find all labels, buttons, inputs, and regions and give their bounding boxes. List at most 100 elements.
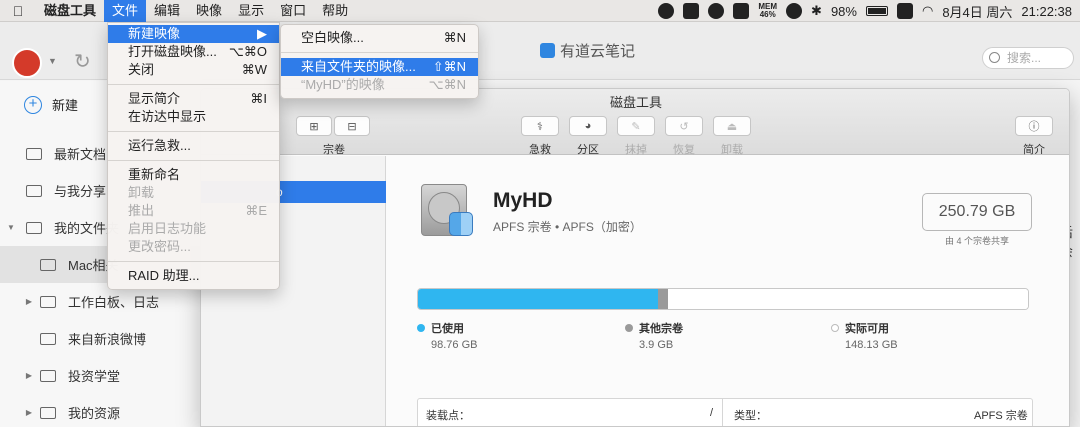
erase-label: 抹掉 (625, 144, 647, 156)
capacity-value: 250.79 GB (922, 193, 1032, 231)
menu-file[interactable]: 文件 (104, 0, 147, 22)
partition-button[interactable]: ◕ (569, 116, 607, 136)
shortcut-label: ⌘N (443, 30, 466, 45)
time-label[interactable]: 21:22:38 (1021, 4, 1072, 19)
mount-point-value: / (710, 407, 714, 419)
volume-label: 宗卷 (323, 144, 345, 156)
submenu-arrow-icon: ▶ (257, 26, 267, 41)
capacity-note: 由 4 个宗卷共享 (944, 236, 1009, 246)
menu-edit[interactable]: 编辑 (146, 0, 188, 22)
erase-button[interactable]: ✎ (617, 116, 655, 136)
menu-item-show-in-finder[interactable]: 在访达中显示 (108, 108, 279, 126)
shortcut-label: ⌥⌘O (228, 44, 267, 59)
legend-free: 实际可用 148.13 GB (831, 320, 898, 351)
menu-help[interactable]: 帮助 (314, 0, 356, 22)
used-dot (417, 324, 425, 332)
legend-label: 其他宗卷 (639, 323, 683, 335)
volume-detail-pane: MyHD APFS 宗卷 • APFS（加密） 250.79 GB 由 4 个宗… (387, 156, 1069, 426)
battery-icon[interactable] (865, 6, 888, 16)
battery-level (867, 8, 886, 14)
used-segment (418, 289, 659, 309)
add-volume-button[interactable]: ⊞ (296, 116, 332, 136)
shortcut-label: ⌘I (250, 91, 267, 106)
menu-item-label: 运行急救... (128, 138, 191, 153)
legend-label: 已使用 (431, 323, 464, 335)
download-icon[interactable] (708, 3, 725, 19)
shortcut-label: ⌘W (241, 62, 267, 77)
sync-app-icon[interactable] (896, 3, 913, 19)
menu-view[interactable]: 显示 (230, 0, 272, 22)
face-icon[interactable] (786, 3, 803, 19)
app-status-icon[interactable] (683, 3, 700, 19)
disclosure-right-icon[interactable]: ▶ (22, 371, 36, 380)
menu-item-label: 新建映像 (128, 26, 181, 41)
menu-separator (108, 84, 279, 85)
disclosure-right-icon[interactable]: ▶ (22, 297, 36, 306)
folder-icon (26, 221, 42, 234)
battery-percent[interactable]: 98% (831, 4, 857, 19)
menu-item-open-image[interactable]: 打开磁盘映像... ⌥⌘O (108, 43, 279, 61)
first-aid-button[interactable]: ⚕ (521, 116, 559, 136)
date-label[interactable]: 8月4日 周六 (942, 2, 1012, 21)
restore-button[interactable]: ↺ (665, 116, 703, 136)
type-value: APFS 宗卷 (974, 410, 1028, 422)
chevron-down-icon[interactable]: ▼ (48, 56, 57, 66)
memory-value: 46% (759, 10, 776, 19)
finder-icon (449, 212, 473, 236)
menu-separator (281, 52, 478, 53)
menu-item-label: RAID 助理... (128, 268, 200, 283)
note-logo-icon (540, 43, 555, 58)
user-icon (26, 184, 42, 197)
menu-item-close[interactable]: 关闭 ⌘W (108, 61, 279, 79)
stats-icon[interactable] (733, 3, 750, 19)
wifi-icon[interactable]: ◠ (922, 3, 933, 19)
menu-item-blank-image[interactable]: 空白映像... ⌘N (281, 29, 478, 47)
menu-item-raid-assistant[interactable]: RAID 助理... (108, 267, 279, 285)
menu-item-rename[interactable]: 重新命名 (108, 166, 279, 184)
disclosure-down-icon[interactable]: ▼ (4, 223, 18, 232)
menu-image[interactable]: 映像 (188, 0, 230, 22)
unmount-button[interactable]: ⏏ (713, 116, 751, 136)
menu-item-label: “MyHD”的映像 (301, 77, 385, 92)
sidebar-item-label: 来自新浪微博 (68, 332, 147, 347)
apple-menu-icon[interactable]:  (0, 3, 36, 19)
new-button[interactable]: + 新建 (24, 95, 78, 114)
folder-icon (40, 369, 56, 382)
menu-item-image-from-folder[interactable]: 来自文件夹的映像... ⇧⌘N (281, 58, 478, 76)
legend-value: 148.13 GB (845, 339, 898, 351)
restore-label: 恢复 (673, 144, 695, 156)
memory-indicator[interactable]: MEM 46% (758, 3, 777, 19)
sidebar-item-label: 投资学堂 (68, 369, 121, 384)
bluetooth-icon[interactable]: ✱ (811, 3, 822, 19)
menu-item-label: 更改密码... (128, 239, 191, 254)
menu-separator (108, 160, 279, 161)
menu-item-change-password: 更改密码... (108, 238, 279, 256)
menu-window[interactable]: 窗口 (272, 0, 314, 22)
sync-icon[interactable]: ↻ (74, 49, 91, 74)
menu-separator (108, 261, 279, 262)
sidebar-item-invest[interactable]: ▶ 投资学堂 (0, 357, 200, 394)
disclosure-right-icon[interactable]: ▶ (22, 408, 36, 417)
folder-icon (40, 406, 56, 419)
info-button[interactable]: ⓘ (1015, 116, 1053, 136)
menu-item-label: 空白映像... (301, 30, 364, 45)
remove-volume-button[interactable]: ⊟ (334, 116, 370, 136)
partition-label: 分区 (577, 144, 599, 156)
avatar[interactable] (12, 48, 42, 78)
menu-item-first-aid[interactable]: 运行急救... (108, 137, 279, 155)
folder-icon (40, 332, 56, 345)
sidebar-item-weibo[interactable]: 来自新浪微博 (0, 320, 200, 357)
plus-icon: + (24, 95, 42, 114)
first-aid-label: 急救 (529, 144, 551, 156)
sidebar-item-label: 最新文档 (54, 147, 107, 162)
status-area: MEM 46% ✱ 98% ◠ 8月4日 周六 21:22:38 (658, 0, 1072, 22)
unmount-label: 卸载 (721, 144, 743, 156)
menu-item-get-info[interactable]: 显示简介 ⌘I (108, 90, 279, 108)
menu-item-new-image[interactable]: 新建映像 ▶ (108, 25, 279, 43)
chat-icon[interactable] (658, 3, 675, 19)
shortcut-label: ⌥⌘N (428, 77, 466, 92)
menu-app-name[interactable]: 磁盘工具 (36, 0, 104, 22)
sidebar-item-resources[interactable]: ▶ 我的资源 (0, 394, 200, 427)
free-segment (667, 289, 1028, 309)
menu-item-label: 在访达中显示 (128, 109, 207, 124)
